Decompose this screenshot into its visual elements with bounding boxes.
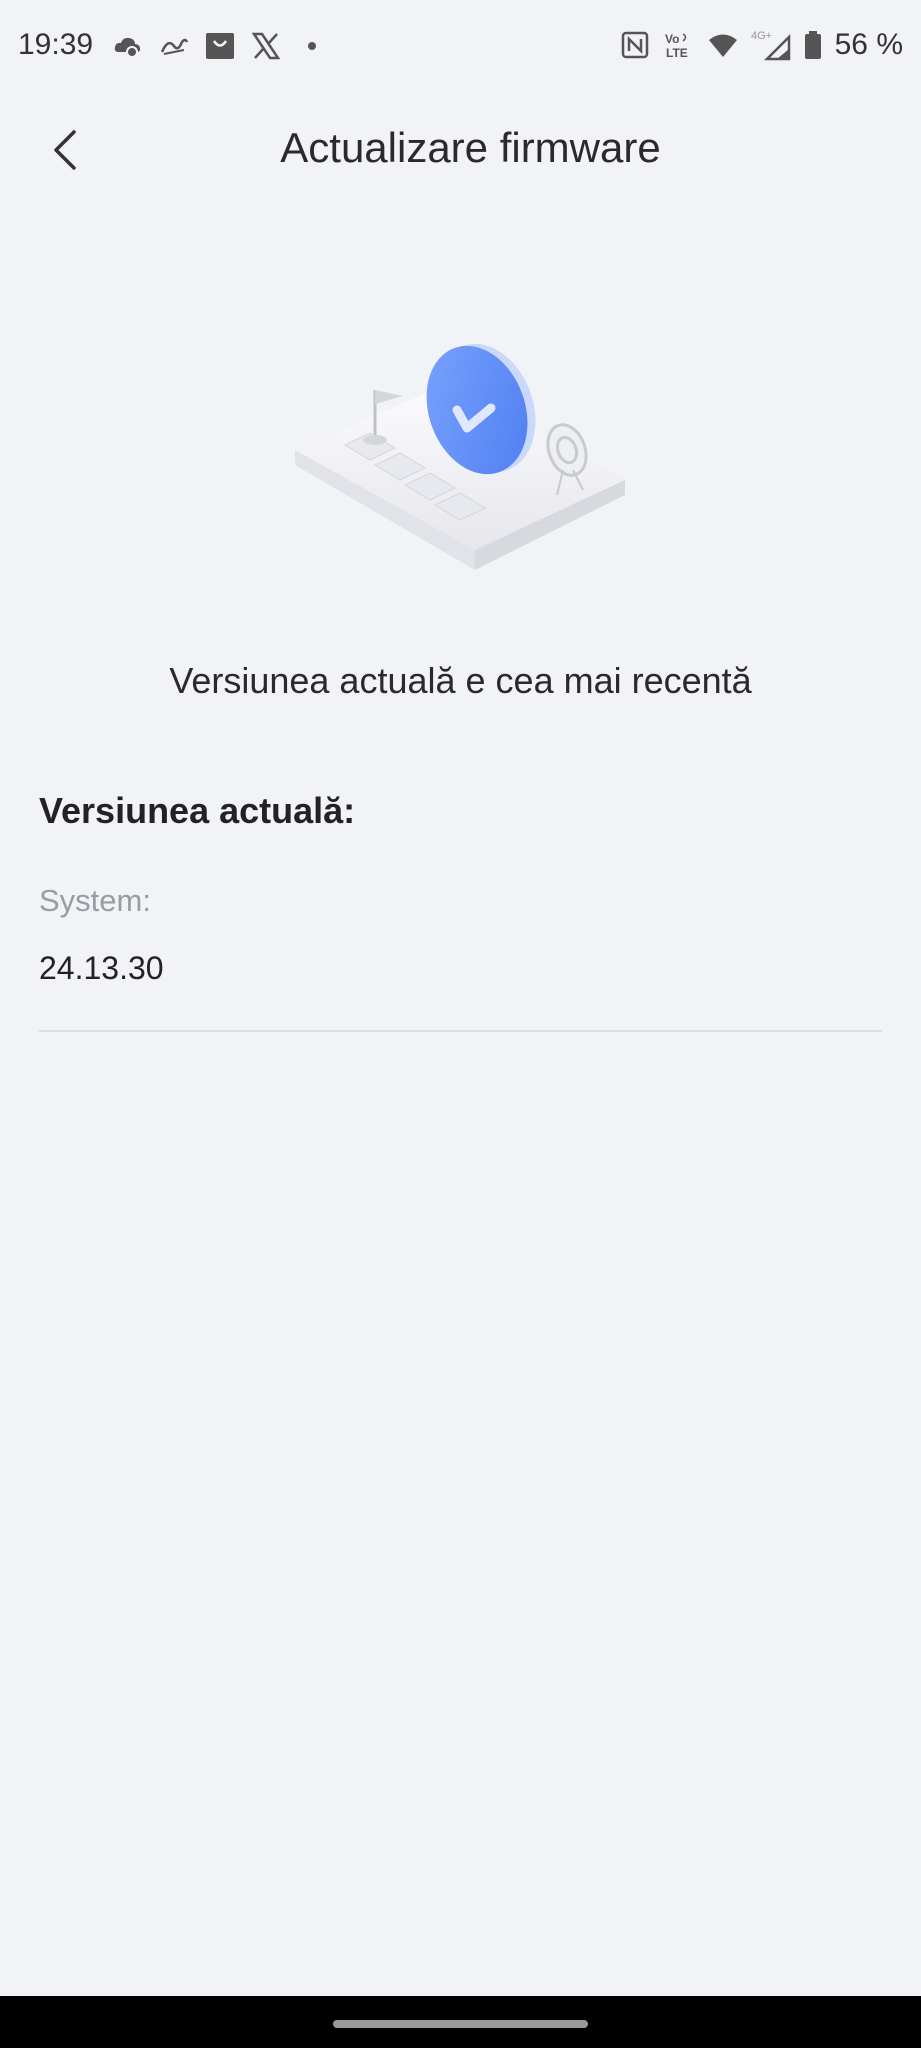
shop-app-icon [206,33,234,59]
divider [39,1030,882,1032]
nfc-icon [621,31,648,59]
navigation-bar [0,1996,921,2048]
notification-icons [112,30,328,62]
wifi-icon [708,34,737,57]
x-app-icon [251,32,281,60]
up-to-date-illustration [295,343,625,570]
volte-icon: Vo LTE [665,32,688,60]
battery-icon [804,31,821,59]
volte-label-bottom: LTE [666,46,688,60]
current-version-heading: Versiunea actuală: [39,790,356,831]
home-indicator[interactable] [333,2020,588,2028]
assistant-app-icon [160,38,189,55]
page-title: Actualizare firmware [280,124,661,171]
battery-percent: 56 % [834,28,903,61]
dot-icon [308,42,316,50]
signal-4g-label: 4G+ [751,30,772,42]
app-bar: Actualizare firmware [0,100,921,200]
status-time: 19:39 [18,28,94,61]
system-icons: Vo LTE 4G+ 56 % [619,28,903,62]
status-message: Versiunea actuală e cea mai recentă [169,660,752,701]
signal-4g-icon: 4G+ [751,30,790,61]
cloud-app-icon [114,37,140,58]
volte-label-top: Vo [665,32,679,46]
system-label: System: [39,883,151,918]
status-bar: 19:39 Vo LTE 4G+ 56 % [0,0,921,100]
system-version-value: 24.13.30 [39,950,164,986]
